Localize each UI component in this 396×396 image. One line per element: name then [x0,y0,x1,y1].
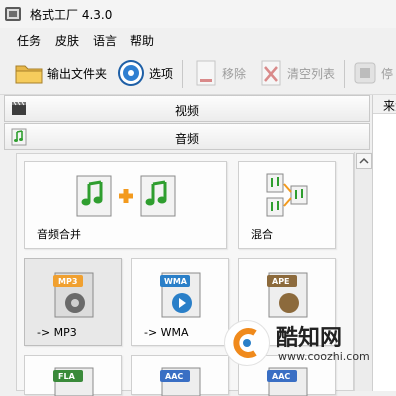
toolbar-separator [182,60,183,88]
options-label: 选项 [149,66,174,81]
remove-label: 移除 [222,66,247,81]
title-bar: 格式工厂 4.3.0 [0,0,396,28]
category-video[interactable]: 视频 [4,95,370,122]
mp3-badge: MP3 [58,277,78,286]
mix-icon [266,173,308,217]
menu-skin[interactable]: 皮肤 [55,32,79,49]
app-icon [5,7,21,21]
menu-bar: 任务 皮肤 语言 帮助 [0,28,396,52]
stop-button[interactable]: 停 [352,58,393,88]
menu-task[interactable]: 任务 [17,32,41,49]
watermark: 酷知网 www.coozhi.com [218,312,394,382]
scroll-up-arrow-icon [359,157,369,164]
menu-help[interactable]: 帮助 [130,32,154,49]
stop-icon [354,62,376,84]
scroll-up-button[interactable] [356,153,372,169]
output-folder-label: 输出文件夹 [47,66,108,81]
watermark-url: www.coozhi.com [278,350,370,363]
clear-list-icon [261,60,281,86]
tile-to-fla[interactable]: FLA [24,355,122,396]
tile-audio-join-label: 音频合并 [37,228,81,241]
folder-icon [15,65,43,84]
remove-button[interactable]: 移除 [193,58,246,88]
tile-to-mp3[interactable]: MP3 -> MP3 [24,258,122,346]
toolbar: 输出文件夹 选项 移除 清空列表 停 [0,52,396,95]
watermark-name: 酷知网 [276,326,343,351]
clear-list-button[interactable]: 清空列表 [258,58,335,88]
task-list-header[interactable]: 来源 [373,95,396,114]
window-title: 格式工厂 4.3.0 [30,8,113,22]
source-column-label: 来源 [383,99,396,113]
stop-label: 停 [381,66,394,81]
options-gear-icon [118,60,144,86]
tile-mix[interactable]: 混合 [238,161,336,249]
options-button[interactable]: 选项 [116,58,173,88]
tile-to-wma[interactable]: WMA -> WMA [131,258,229,346]
tile-to-mp3-label: -> MP3 [37,326,77,339]
remove-icon [196,60,216,86]
wma-badge: WMA [164,277,187,286]
tile-to-aac[interactable]: AAC [131,355,229,396]
clear-list-label: 清空列表 [287,66,336,81]
tile-mix-label: 混合 [251,228,273,241]
category-audio-label: 音频 [174,132,199,146]
ape-badge: APE [272,277,290,286]
audio-join-icon [76,175,176,217]
toolbar-separator [344,60,345,88]
fla-badge: FLA [58,372,75,381]
output-folder-button[interactable]: 输出文件夹 [14,58,107,88]
aac-badge: AAC [165,372,184,381]
category-video-label: 视频 [174,104,199,118]
watermark-logo-icon [224,320,270,366]
tile-to-wma-label: -> WMA [144,326,189,339]
tile-audio-join[interactable]: 音频合并 [24,161,227,249]
menu-language[interactable]: 语言 [93,32,117,49]
category-audio[interactable]: 音频 [4,123,370,150]
